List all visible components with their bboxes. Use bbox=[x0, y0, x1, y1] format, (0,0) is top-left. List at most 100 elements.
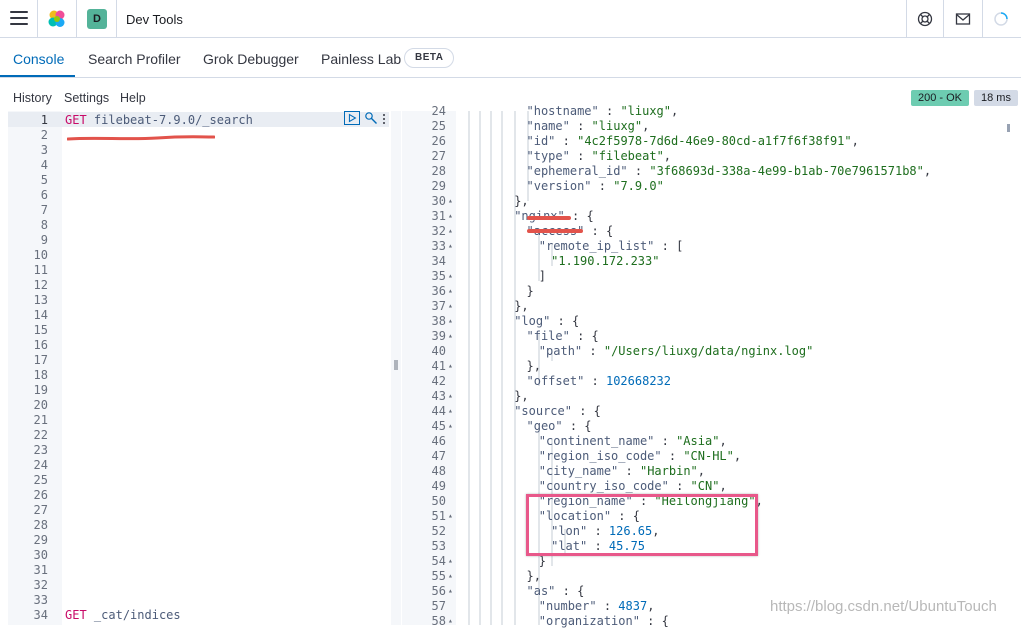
response-code-line: "version" : "7.9.0" bbox=[526, 179, 664, 193]
request-time-badge: 18 ms bbox=[974, 90, 1018, 106]
response-line-number: 48 bbox=[431, 464, 446, 478]
history-link[interactable]: History bbox=[13, 91, 52, 105]
response-line-number: 38 bbox=[431, 314, 446, 328]
line-number: 20 bbox=[33, 398, 48, 412]
response-line-number: 53 bbox=[431, 539, 446, 553]
response-code-line: ] bbox=[538, 269, 547, 283]
response-code-line: "hostname" : "liuxg", bbox=[526, 104, 679, 118]
line-number: 12 bbox=[33, 278, 48, 292]
fold-toggle-icon[interactable]: ▴ bbox=[448, 196, 453, 205]
response-line-number: 27 bbox=[431, 149, 446, 163]
hamburger-icon[interactable] bbox=[10, 11, 28, 27]
request-line-1[interactable]: GET filebeat-7.9.0/_search bbox=[65, 113, 253, 127]
header-divider bbox=[76, 0, 77, 37]
line-number: 27 bbox=[33, 503, 48, 517]
response-line-number: 31 bbox=[431, 209, 446, 223]
line-number: 23 bbox=[33, 443, 48, 457]
response-line-number: 32 bbox=[431, 224, 446, 238]
fold-toggle-icon[interactable]: ▴ bbox=[448, 571, 453, 580]
response-line-number: 50 bbox=[431, 494, 446, 508]
watermark: https://blog.csdn.net/UbuntuTouch bbox=[770, 598, 997, 615]
fold-toggle-icon[interactable]: ▴ bbox=[448, 211, 453, 220]
line-number: 28 bbox=[33, 518, 48, 532]
response-line-number: 28 bbox=[431, 164, 446, 178]
tab-grok-debugger[interactable]: Grok Debugger bbox=[203, 51, 299, 67]
response-code-line: "type" : "filebeat", bbox=[526, 149, 672, 163]
line-number: 9 bbox=[40, 233, 48, 247]
fold-toggle-icon[interactable]: ▴ bbox=[448, 241, 453, 250]
tab-painless-lab[interactable]: Painless Lab bbox=[321, 51, 401, 67]
wrench-icon[interactable] bbox=[364, 111, 378, 125]
line-number: 5 bbox=[40, 173, 48, 187]
line-number: 3 bbox=[40, 143, 48, 157]
fold-toggle-icon[interactable]: ▴ bbox=[448, 286, 453, 295]
fold-toggle-icon[interactable]: ▴ bbox=[448, 301, 453, 310]
response-code-line: } bbox=[526, 284, 534, 298]
fold-toggle-icon[interactable]: ▴ bbox=[448, 391, 453, 400]
line-number: 19 bbox=[33, 383, 48, 397]
request-path: filebeat-7.9.0/_search bbox=[93, 113, 253, 127]
line-number: 6 bbox=[40, 188, 48, 202]
response-code-line: "log" : { bbox=[514, 314, 580, 328]
line-number: 24 bbox=[33, 458, 48, 472]
response-line-number: 54 bbox=[431, 554, 446, 568]
fold-toggle-icon[interactable]: ▴ bbox=[448, 616, 453, 625]
response-code-line: "as" : { bbox=[526, 584, 585, 598]
response-code-line: "ephemeral_id" : "3f68693d-338a-4e99-b1a… bbox=[526, 164, 932, 178]
response-code-line: "number" : 4837, bbox=[538, 599, 655, 613]
tab-search-profiler[interactable]: Search Profiler bbox=[88, 51, 181, 67]
tab-console[interactable]: Console bbox=[13, 51, 64, 67]
line-number: 13 bbox=[33, 293, 48, 307]
fold-toggle-icon[interactable]: ▴ bbox=[448, 556, 453, 565]
request-method: GET bbox=[65, 608, 87, 622]
response-line-number: 41 bbox=[431, 359, 446, 373]
resizer-grip-icon[interactable] bbox=[394, 360, 398, 370]
response-line-number: 26 bbox=[431, 134, 446, 148]
response-code-line: "id" : "4c2f5978-7d6d-46e9-80cd-a1f7f6f3… bbox=[526, 134, 859, 148]
header-divider bbox=[943, 0, 944, 37]
request-method: GET bbox=[65, 113, 87, 127]
line-number: 11 bbox=[33, 263, 48, 277]
dev-tools-tabs: Console Search Profiler Grok Debugger Pa… bbox=[0, 38, 1021, 78]
response-line-number: 35 bbox=[431, 269, 446, 283]
response-code-line: "organization" : { bbox=[538, 614, 669, 628]
status-badge: 200 - OK bbox=[911, 90, 970, 106]
fold-toggle-icon[interactable]: ▴ bbox=[448, 271, 453, 280]
scrollbar-marker[interactable] bbox=[1007, 124, 1010, 132]
annotation-underline bbox=[527, 229, 583, 233]
kebab-menu-icon[interactable] bbox=[382, 113, 386, 125]
response-code-line: }, bbox=[514, 299, 529, 313]
fold-toggle-icon[interactable]: ▴ bbox=[448, 511, 453, 520]
request-line-34[interactable]: GET _cat/indices bbox=[65, 608, 181, 622]
fold-toggle-icon[interactable]: ▴ bbox=[448, 316, 453, 325]
header-divider bbox=[982, 0, 983, 37]
help-link[interactable]: Help bbox=[120, 91, 146, 105]
line-number: 33 bbox=[33, 593, 48, 607]
mail-icon[interactable] bbox=[954, 10, 972, 28]
header-divider bbox=[116, 0, 117, 37]
settings-link[interactable]: Settings bbox=[64, 91, 109, 105]
annotation-scribble bbox=[67, 135, 215, 141]
response-code-line: "remote_ip_list" : [ bbox=[538, 239, 684, 253]
response-line-number: 47 bbox=[431, 449, 446, 463]
line-number: 34 bbox=[33, 608, 48, 622]
response-line-number: 30 bbox=[431, 194, 446, 208]
elastic-logo-icon[interactable] bbox=[47, 9, 67, 29]
response-code-line: }, bbox=[514, 194, 529, 208]
fold-toggle-icon[interactable]: ▴ bbox=[448, 331, 453, 340]
app-title: Dev Tools bbox=[126, 12, 183, 27]
response-code-line: "1.190.172.233" bbox=[551, 254, 660, 268]
play-icon[interactable] bbox=[344, 111, 360, 125]
response-code-line: "offset" : 102668232 bbox=[526, 374, 672, 388]
line-number: 10 bbox=[33, 248, 48, 262]
space-avatar[interactable]: D bbox=[87, 9, 107, 29]
help-icon[interactable] bbox=[916, 10, 934, 28]
response-line-number: 58 bbox=[431, 614, 446, 628]
fold-toggle-icon[interactable]: ▴ bbox=[448, 586, 453, 595]
response-line-number: 43 bbox=[431, 389, 446, 403]
fold-toggle-icon[interactable]: ▴ bbox=[448, 361, 453, 370]
fold-toggle-icon[interactable]: ▴ bbox=[448, 406, 453, 415]
fold-toggle-icon[interactable]: ▴ bbox=[448, 226, 453, 235]
fold-toggle-icon[interactable]: ▴ bbox=[448, 421, 453, 430]
line-number: 31 bbox=[33, 563, 48, 577]
